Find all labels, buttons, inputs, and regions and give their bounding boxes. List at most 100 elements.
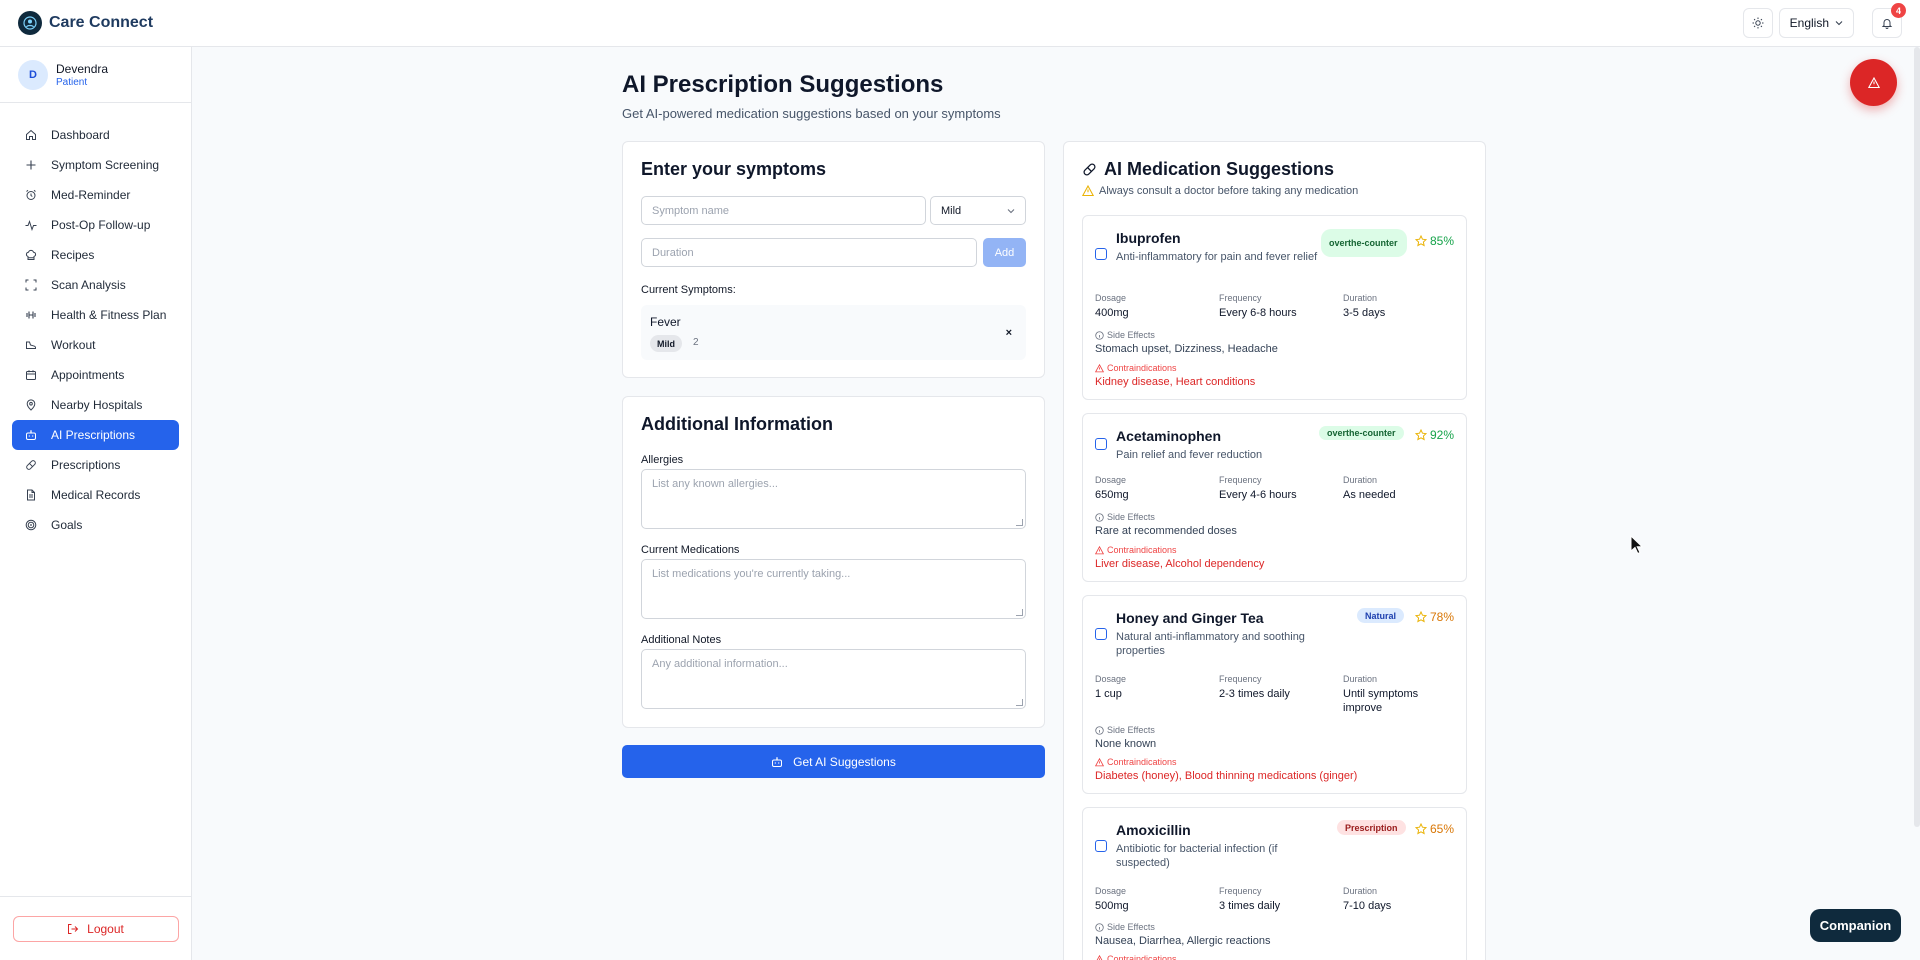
sidebar-item-appointments[interactable]: Appointments xyxy=(12,360,179,390)
mouse-cursor-icon xyxy=(1630,535,1644,555)
bell-icon xyxy=(1881,19,1893,29)
page-scrollbar[interactable] xyxy=(1914,47,1920,827)
sidebar-item-recipes[interactable]: Recipes xyxy=(12,240,179,270)
notification-count-badge: 4 xyxy=(1891,3,1906,18)
remove-symptom-button[interactable]: × xyxy=(1006,327,1012,339)
additional-notes-textarea[interactable]: Any additional information... xyxy=(641,649,1026,709)
alert-triangle-icon xyxy=(1082,185,1094,197)
sun-icon xyxy=(1752,17,1764,29)
side-effects-label-text: Side Effects xyxy=(1107,725,1155,735)
ai-suggestions-title: AI Medication Suggestions xyxy=(1104,159,1335,179)
info-icon xyxy=(1095,330,1104,340)
duration-value: 7-10 days xyxy=(1343,900,1392,912)
calendar-icon xyxy=(24,368,38,382)
consult-warning: Always consult a doctor before taking an… xyxy=(1082,185,1358,197)
dosage-value: 400mg xyxy=(1095,307,1129,319)
get-ai-suggestions-button[interactable]: Get AI Suggestions xyxy=(622,745,1045,778)
sidebar-item-med-reminder[interactable]: Med-Reminder xyxy=(12,180,179,210)
alert-triangle-icon xyxy=(1867,76,1880,88)
duration-label: Duration xyxy=(1343,886,1378,896)
medication-name: Honey and Ginger Tea xyxy=(1116,610,1264,626)
resize-handle[interactable] xyxy=(1016,609,1023,616)
sidebar-item-prescriptions[interactable]: Prescriptions xyxy=(12,450,179,480)
sidebar-item-label: Appointments xyxy=(51,368,125,382)
medication-match-score: 92% xyxy=(1414,428,1454,442)
contraindications-label: Contraindications xyxy=(1095,545,1177,555)
medication-checkbox[interactable] xyxy=(1095,248,1107,260)
contraindications-label-text: Contraindications xyxy=(1107,757,1177,767)
contraindications-label-text: Contraindications xyxy=(1107,954,1177,960)
dosage-value: 1 cup xyxy=(1095,688,1122,700)
side-effects-label: Side Effects xyxy=(1095,512,1155,522)
brand[interactable]: Care Connect xyxy=(18,11,153,35)
sidebar-item-label: Workout xyxy=(51,338,96,352)
sidebar-item-symptom-screening[interactable]: Symptom Screening xyxy=(12,150,179,180)
sidebar-item-workout[interactable]: Workout xyxy=(12,330,179,360)
scan-icon xyxy=(24,278,38,292)
severity-value: Mild xyxy=(941,204,962,217)
duration-label: Duration xyxy=(1343,293,1378,303)
bot-icon xyxy=(24,428,38,442)
side-effects-label: Side Effects xyxy=(1095,725,1155,735)
sidebar-item-dashboard[interactable]: Dashboard xyxy=(12,120,179,150)
consult-warning-text: Always consult a doctor before taking an… xyxy=(1099,185,1359,197)
symptoms-card-title: Enter your symptoms xyxy=(641,159,827,179)
sidebar-item-post-op-follow-up[interactable]: Post-Op Follow-up xyxy=(12,210,179,240)
sidebar-item-health-fitness-plan[interactable]: Health & Fitness Plan xyxy=(12,300,179,330)
emergency-sos-button[interactable] xyxy=(1850,59,1897,106)
theme-toggle-button[interactable] xyxy=(1742,8,1773,38)
logout-label: Logout xyxy=(87,921,124,936)
sidebar-item-label: Post-Op Follow-up xyxy=(51,218,151,232)
sidebar-item-nearby-hospitals[interactable]: Nearby Hospitals xyxy=(12,390,179,420)
language-select[interactable]: English xyxy=(1778,8,1854,38)
medication-name: Acetaminophen xyxy=(1116,428,1222,444)
frequency-value: 3 times daily xyxy=(1219,900,1281,912)
language-value: English xyxy=(1789,16,1829,30)
additional-info-card: Additional Information Allergies List an… xyxy=(622,396,1045,728)
sidebar-item-goals[interactable]: Goals xyxy=(12,510,179,540)
symptom-name-input[interactable]: Symptom name xyxy=(641,196,926,225)
duration-label: Duration xyxy=(1343,674,1378,684)
alert-triangle-icon xyxy=(1095,545,1104,554)
contraindications-label: Contraindications xyxy=(1095,954,1177,960)
medication-checkbox[interactable] xyxy=(1095,628,1107,640)
sidebar-item-scan-analysis[interactable]: Scan Analysis xyxy=(12,270,179,300)
side-effects-label-text: Side Effects xyxy=(1107,330,1155,340)
match-score-value: 92% xyxy=(1429,428,1454,442)
add-symptom-button[interactable]: Add xyxy=(983,238,1026,267)
sidebar-item-label: Medical Records xyxy=(51,488,141,502)
map-pin-icon xyxy=(24,398,38,412)
chef-hat-icon xyxy=(24,248,38,262)
sidebar-item-ai-prescriptions[interactable]: AI Prescriptions xyxy=(12,420,179,450)
chevron-down-icon xyxy=(1835,21,1843,26)
additional-info-title: Additional Information xyxy=(641,414,833,434)
resize-handle[interactable] xyxy=(1016,699,1023,706)
file-icon xyxy=(24,488,38,502)
current-medications-label: Current Medications xyxy=(641,544,740,556)
notifications-button[interactable]: 4 xyxy=(1872,3,1906,38)
alert-triangle-icon xyxy=(1095,363,1104,372)
medication-match-score: 85% xyxy=(1414,234,1454,248)
contraindications-label: Contraindications xyxy=(1095,363,1177,373)
resize-handle[interactable] xyxy=(1016,519,1023,526)
allergies-textarea[interactable]: List any known allergies... xyxy=(641,469,1026,529)
severity-select[interactable]: Mild xyxy=(930,196,1026,225)
medication-checkbox[interactable] xyxy=(1095,840,1107,852)
user-profile[interactable]: D Devendra Patient xyxy=(0,47,191,103)
sidebar-item-medical-records[interactable]: Medical Records xyxy=(12,480,179,510)
frequency-value: Every 4-6 hours xyxy=(1219,489,1297,501)
medication-type-badge: overthe-counter xyxy=(1319,426,1404,440)
page-subtitle: Get AI-powered medication suggestions ba… xyxy=(622,106,1001,121)
pill-icon xyxy=(1083,163,1096,176)
medication-description: Natural anti-inflammatory and soothing p… xyxy=(1116,631,1305,657)
duration-input[interactable]: Duration xyxy=(641,238,977,267)
medication-name: Ibuprofen xyxy=(1116,230,1181,246)
logout-button[interactable]: Logout xyxy=(12,915,179,942)
match-score-value: 78% xyxy=(1429,610,1454,624)
dosage-label: Dosage xyxy=(1095,886,1127,896)
medication-checkbox[interactable] xyxy=(1095,438,1107,450)
side-effects-label-text: Side Effects xyxy=(1107,512,1155,522)
companion-button[interactable]: Companion xyxy=(1810,909,1901,942)
dosage-label: Dosage xyxy=(1095,293,1127,303)
current-medications-textarea[interactable]: List medications you're currently taking… xyxy=(641,559,1026,619)
